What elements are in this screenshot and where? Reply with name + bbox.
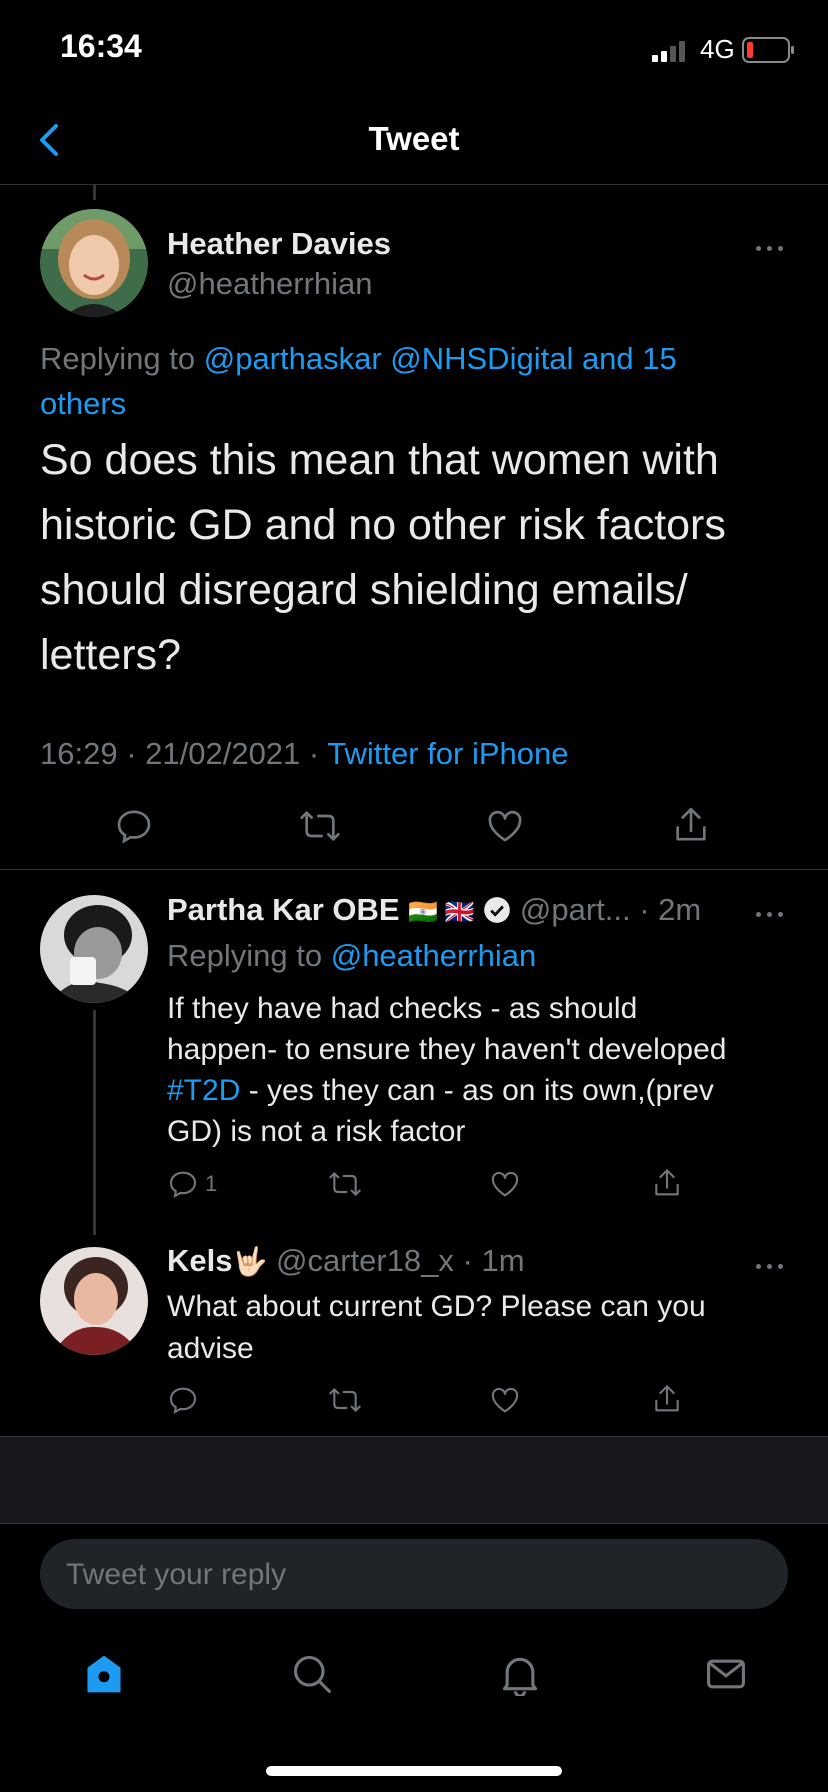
meta-separator: · <box>117 736 146 771</box>
author-name[interactable]: Kels <box>167 1243 232 1278</box>
reply-text-line: If they have had checks - as should <box>167 992 638 1025</box>
replying-to: Replying to @parthaskar @NHSDigital and … <box>40 336 677 426</box>
divider <box>0 184 828 185</box>
author-handle[interactable]: @heatherrhian <box>167 266 373 302</box>
reply-text-line: happen- to ensure they haven't developed <box>167 1033 727 1066</box>
tweet-meta: 16:29 · 21/02/2021 · Twitter for iPhone <box>40 736 569 772</box>
replying-to-others-link[interactable]: others <box>40 386 126 421</box>
home-indicator[interactable] <box>266 1766 562 1776</box>
reply-icon <box>169 1387 197 1415</box>
reply-input-placeholder: Tweet your reply <box>66 1558 287 1591</box>
reply-button[interactable] <box>114 806 154 846</box>
retweet-button[interactable] <box>327 1168 363 1200</box>
heart-icon <box>491 1387 519 1413</box>
notifications-icon <box>502 1657 538 1696</box>
home-icon <box>87 1655 121 1693</box>
thread-line <box>93 1010 96 1235</box>
hashtag-link[interactable]: #T2D <box>167 1074 240 1107</box>
reply-header: Partha Kar OBE 🇮🇳 🇬🇧 @part... · 2m <box>167 892 701 932</box>
tab-search[interactable] <box>290 1652 334 1696</box>
reply-text: If they have had checks - as should happ… <box>167 988 726 1152</box>
thread-line <box>93 185 96 200</box>
replying-prefix: Replying to <box>167 938 331 973</box>
share-button[interactable] <box>671 804 711 846</box>
avatar[interactable] <box>40 1247 148 1355</box>
reply-button[interactable]: 1 <box>167 1168 217 1200</box>
more-options-icon[interactable] <box>756 238 796 251</box>
author-name[interactable]: Partha Kar OBE <box>167 892 400 927</box>
like-button[interactable] <box>489 1384 521 1416</box>
reply-text-line: advise <box>167 1332 254 1365</box>
tab-home[interactable] <box>82 1652 126 1696</box>
reply-age: · 1m <box>462 1243 525 1278</box>
retweet-button[interactable] <box>327 1384 363 1416</box>
tab-messages[interactable] <box>704 1652 748 1696</box>
reply-header: Kels🤟🏻 @carter18_x · 1m <box>167 1243 525 1279</box>
more-options-icon[interactable] <box>756 1256 796 1269</box>
search-icon <box>293 1655 331 1693</box>
battery-icon <box>742 37 796 68</box>
tweet-text: So does this mean that women with histor… <box>40 428 726 688</box>
like-button[interactable] <box>489 1168 521 1200</box>
share-icon <box>676 807 706 841</box>
divider <box>0 869 828 870</box>
messages-icon <box>707 1659 745 1689</box>
tweet-text-line: should disregard shielding emails/ <box>40 566 688 614</box>
heart-icon <box>491 1171 519 1197</box>
replying-to-link[interactable]: @heatherrhian <box>331 938 537 973</box>
reply-icon <box>169 1171 197 1199</box>
replying-to: Replying to @heatherrhian <box>167 938 536 974</box>
reply-button[interactable] <box>167 1384 199 1416</box>
reply-text: What about current GD? Please can you ad… <box>167 1286 706 1370</box>
tweet-date: 21/02/2021 <box>145 736 301 771</box>
author-handle[interactable]: @carter18_x <box>276 1243 454 1278</box>
reply-text-line: GD) is not a risk factor <box>167 1115 466 1148</box>
author-handle[interactable]: @part... <box>520 892 631 927</box>
reply-icon <box>117 810 151 844</box>
tab-notifications[interactable] <box>498 1652 542 1696</box>
share-icon <box>655 1169 679 1196</box>
verified-badge-icon <box>483 896 511 932</box>
more-options-icon[interactable] <box>756 904 796 917</box>
retweet-button[interactable] <box>298 806 342 846</box>
retweet-icon <box>329 1388 361 1412</box>
share-button[interactable] <box>651 1166 683 1200</box>
share-icon <box>655 1385 679 1412</box>
page-title: Tweet <box>368 120 460 157</box>
avatar[interactable] <box>40 209 148 317</box>
tweet-text-line: So does this mean that women with <box>40 436 719 484</box>
retweet-icon <box>329 1172 361 1196</box>
signal-icon <box>652 40 688 67</box>
reply-count: 1 <box>205 1171 218 1196</box>
reply-text-line: What about current GD? Please can you <box>167 1290 706 1323</box>
replying-to-link[interactable]: @parthaskar @NHSDigital and 15 <box>204 341 677 376</box>
avatar[interactable] <box>40 895 148 1003</box>
tweet-source-link[interactable]: Twitter for iPhone <box>327 736 568 771</box>
like-button[interactable] <box>485 806 525 846</box>
network-label: 4G <box>700 34 735 64</box>
replying-prefix: Replying to <box>40 341 204 376</box>
reply-text-segment: - yes they can - as on its own,(prev <box>240 1074 714 1107</box>
retweet-icon <box>300 811 340 841</box>
hand-emoji: 🤟🏻 <box>232 1246 268 1277</box>
share-button[interactable] <box>651 1382 683 1416</box>
thread-end-spacer <box>0 1436 828 1524</box>
tweet-text-line: historic GD and no other risk factors <box>40 501 726 549</box>
meta-separator: · <box>300 736 328 771</box>
tweet-text-line: letters? <box>40 631 182 679</box>
tweet-time: 16:29 <box>40 736 118 771</box>
reply-age: · 2m <box>639 892 702 927</box>
author-name[interactable]: Heather Davies <box>167 226 391 262</box>
heart-icon <box>488 810 522 842</box>
flags-emoji: 🇮🇳 🇬🇧 <box>408 899 475 926</box>
status-time: 16:34 <box>60 28 142 64</box>
